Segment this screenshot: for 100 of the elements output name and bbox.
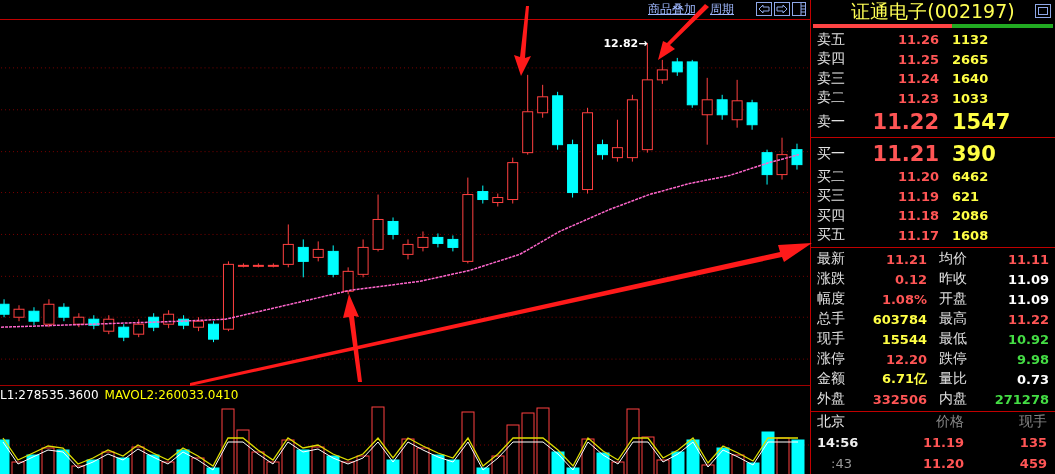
stat-label: 最高 (938, 309, 968, 328)
stat-label: 最新 (816, 249, 846, 268)
order-level-label: 买三 (816, 187, 846, 206)
order-price: 11.24 (896, 71, 939, 87)
order-level-label: 卖五 (816, 30, 846, 49)
candlestick (611, 119, 623, 163)
candlestick (28, 306, 40, 326)
trade-time: :43 (830, 455, 853, 473)
stat-label: 量比 (938, 369, 968, 388)
candlestick (432, 232, 444, 248)
candlestick (372, 194, 384, 252)
candlestick (626, 94, 638, 163)
order-volume: 2086 (951, 208, 990, 224)
order-volume: 1547 (951, 109, 1012, 134)
list-icon[interactable] (792, 2, 806, 17)
candlestick (103, 314, 115, 335)
volume-bar (296, 449, 310, 474)
candlestick (776, 137, 788, 181)
stat-value: 11.09 (1006, 270, 1049, 289)
candlestick (88, 314, 100, 330)
stat-label: 均价 (938, 249, 968, 268)
order-volume: 621 (951, 188, 981, 204)
stat-value: 6.71亿 (880, 370, 927, 388)
order-volume: 1608 (951, 227, 990, 243)
left-arrow-icon[interactable] (756, 2, 772, 17)
order-volume: 2665 (951, 51, 990, 67)
candlestick (73, 312, 85, 328)
stat-value: 11.11 (1006, 250, 1049, 269)
candlestick (58, 302, 70, 322)
annotation-arrow (514, 6, 531, 76)
stat-label: 幅度 (816, 289, 846, 308)
candlestick (731, 79, 743, 129)
column-header: 北京 (816, 412, 846, 431)
order-volume: 1640 (951, 71, 990, 87)
candlestick (312, 240, 324, 262)
order-level-label: 买五 (816, 226, 846, 245)
toolbar-link[interactable]: 周期 (710, 0, 734, 18)
candlestick (0, 298, 10, 318)
volume-bar (431, 454, 445, 474)
candlestick (716, 94, 728, 121)
candlestick (447, 234, 459, 252)
order-volume: 1033 (951, 90, 990, 106)
candlestick (193, 316, 205, 332)
stat-value: 11.09 (1006, 290, 1049, 309)
candlestick (492, 193, 504, 207)
order-volume: 6462 (951, 169, 990, 185)
trade-price: 11.19 (921, 434, 964, 452)
candlestick (686, 59, 698, 109)
column-header: 价格 (935, 412, 964, 431)
candlestick (671, 57, 683, 77)
stat-value: 9.98 (1015, 350, 1049, 369)
order-price: 11.21 (871, 141, 939, 166)
stat-label: 最低 (938, 329, 968, 348)
order-level-label: 买二 (816, 167, 846, 186)
order-price: 11.20 (896, 169, 939, 185)
candlestick (252, 262, 264, 268)
candlestick (13, 304, 25, 322)
candlestick (597, 139, 608, 161)
candlestick (133, 318, 145, 338)
candlestick (402, 238, 414, 260)
stat-value: 0.12 (893, 270, 927, 289)
stat-value: 271278 (993, 390, 1049, 409)
stat-label: 外盘 (816, 389, 846, 408)
toolbar-link[interactable]: 商品叠加 (648, 0, 696, 18)
stat-value: 603784 (871, 310, 927, 329)
stat-value: 11.21 (884, 250, 927, 269)
order-level-label: 买四 (816, 206, 846, 225)
candlestick (118, 323, 130, 342)
stat-label: 金额 (816, 369, 846, 388)
stat-value: 0.73 (1015, 370, 1049, 389)
stock-title: 证通电子(002197) (851, 0, 1015, 24)
candlestick (761, 149, 773, 185)
high-price-label: 12.82→ (603, 36, 648, 50)
candlestick (537, 84, 549, 119)
order-level-label: 卖二 (816, 89, 846, 108)
candlestick (387, 216, 399, 240)
candlestick (163, 309, 175, 329)
candlestick (567, 139, 579, 198)
stat-value: 332506 (871, 390, 927, 409)
candlestick (656, 59, 668, 85)
stat-label: 内盘 (938, 389, 968, 408)
trade-price: 11.20 (921, 455, 964, 473)
stat-label: 涨跌 (816, 269, 846, 288)
order-level-label: 卖一 (816, 112, 846, 131)
candlestick (327, 244, 339, 278)
candlestick (43, 298, 55, 328)
maximize-icon[interactable] (1035, 4, 1051, 18)
order-price: 11.22 (871, 109, 939, 134)
trade-volume: 459 (1018, 455, 1047, 473)
order-level-label: 卖四 (816, 50, 846, 69)
indicator-value: MAVOL2:260033.0410 (104, 388, 239, 402)
candlestick (237, 262, 249, 268)
stat-label: 涨停 (816, 349, 846, 368)
candlestick (552, 91, 564, 151)
indicator-value: L1:278535.3600 (0, 388, 99, 402)
stat-label: 开盘 (938, 289, 968, 308)
stat-label: 现手 (816, 329, 846, 348)
candlestick (178, 314, 190, 330)
order-price: 11.17 (896, 227, 939, 243)
right-arrow-icon[interactable] (774, 2, 790, 17)
